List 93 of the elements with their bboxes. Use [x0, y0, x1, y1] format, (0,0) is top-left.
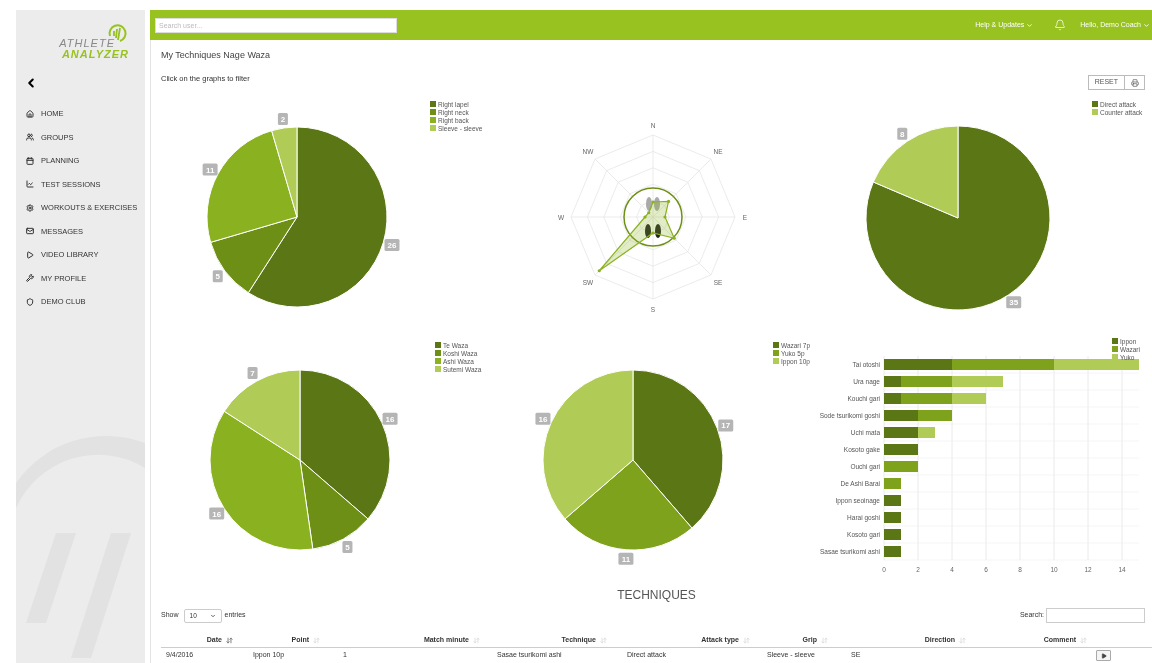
legend-swatch: [430, 117, 436, 123]
legend-swatch: [430, 101, 436, 107]
printer-icon: [1130, 78, 1139, 87]
table-search-field[interactable]: [1046, 608, 1145, 623]
line-chart-icon: [26, 180, 34, 189]
data-label: 11: [618, 552, 634, 565]
bar-segment[interactable]: [901, 376, 952, 387]
data-label: 7: [247, 367, 258, 380]
legend-swatch: [773, 358, 779, 364]
data-label: 8: [897, 127, 908, 140]
bar-segment[interactable]: [884, 478, 901, 489]
pie-slice[interactable]: [299, 459, 369, 550]
bar-segment[interactable]: [1054, 359, 1139, 370]
data-label: 11: [202, 163, 218, 176]
legend-swatch: [430, 109, 436, 115]
bar-segment[interactable]: [918, 410, 952, 421]
radar-area[interactable]: [598, 200, 676, 272]
bar-segment[interactable]: [884, 444, 918, 455]
pie-slice[interactable]: [564, 459, 693, 551]
legend-swatch: [773, 350, 779, 356]
envelope-icon: [26, 227, 34, 236]
radar-point[interactable]: [663, 215, 667, 219]
bar-segment[interactable]: [884, 512, 901, 523]
users-icon: [26, 133, 34, 142]
data-label: 2: [277, 113, 288, 125]
caret-icon: [1026, 21, 1034, 29]
data-label: 16: [535, 412, 551, 425]
play-button[interactable]: [1096, 650, 1111, 661]
legend-swatch: [430, 125, 436, 131]
bar-segment[interactable]: [884, 410, 918, 421]
radar-point[interactable]: [672, 236, 676, 240]
radar-point[interactable]: [651, 200, 655, 204]
data-label: 26: [384, 238, 400, 251]
data-label: 16: [209, 507, 225, 520]
gear-icon: [26, 203, 34, 212]
bar-segment[interactable]: [884, 393, 901, 404]
section-title: TECHNIQUES: [616, 587, 697, 603]
legend-swatch: [1112, 346, 1118, 352]
calendar-icon: [26, 156, 34, 165]
pie-slice[interactable]: [872, 125, 959, 219]
logo-text: ATHLETE: [59, 38, 115, 48]
radar-point[interactable]: [651, 231, 655, 235]
bar-segment[interactable]: [884, 546, 901, 557]
bar-segment[interactable]: [884, 427, 918, 438]
bar-segment[interactable]: [884, 529, 901, 540]
radar-point[interactable]: [597, 269, 601, 273]
legend-swatch: [773, 342, 779, 348]
play-icon: [26, 250, 34, 259]
legend-swatch: [435, 342, 441, 348]
home-icon: [26, 109, 34, 118]
play-icon: [1100, 652, 1107, 659]
bar-segment[interactable]: [884, 495, 901, 506]
footprints-icon: [645, 197, 661, 238]
bell-icon[interactable]: [1054, 19, 1067, 31]
page-title: My Techniques Nage Waza: [161, 50, 272, 60]
bar-segment[interactable]: [884, 461, 918, 472]
data-label: 5: [342, 540, 353, 553]
pie-slice[interactable]: [210, 216, 298, 294]
legend-swatch: [1112, 354, 1118, 360]
logo-text: ANALYZER: [61, 48, 129, 60]
pie-slice[interactable]: [209, 410, 314, 551]
data-label: 16: [382, 412, 398, 425]
caret-icon: [209, 612, 216, 619]
data-label: 5: [212, 270, 223, 283]
radar-point[interactable]: [647, 211, 651, 215]
print-button[interactable]: [1125, 75, 1145, 90]
data-label: 17: [718, 419, 734, 432]
legend-swatch: [1092, 101, 1098, 107]
sort-icon[interactable]: [226, 636, 233, 644]
pie-slice[interactable]: [865, 125, 1051, 311]
bar-segment[interactable]: [952, 359, 1054, 370]
data-label: 35: [1006, 296, 1022, 309]
bar-segment[interactable]: [918, 427, 935, 438]
bar-segment[interactable]: [952, 393, 986, 404]
legend-swatch: [435, 350, 441, 356]
legend-swatch: [435, 358, 441, 364]
pie-slice[interactable]: [206, 130, 298, 243]
caret-icon: [1143, 21, 1150, 29]
legend-swatch: [1112, 338, 1118, 344]
radar-point[interactable]: [666, 199, 671, 204]
bar-segment[interactable]: [952, 376, 1003, 387]
pie-slice[interactable]: [223, 369, 301, 461]
radar-ring: [623, 187, 683, 247]
bar-segment[interactable]: [884, 376, 901, 387]
pie-slice[interactable]: [247, 126, 388, 308]
bar-segment[interactable]: [901, 393, 952, 404]
pie-slice[interactable]: [271, 126, 298, 218]
wrench-icon: [26, 274, 34, 283]
bar-segment[interactable]: [884, 359, 952, 370]
legend-swatch: [435, 366, 441, 372]
legend-swatch: [1092, 109, 1098, 115]
shield-icon: [26, 297, 34, 306]
radar-point[interactable]: [643, 215, 647, 219]
